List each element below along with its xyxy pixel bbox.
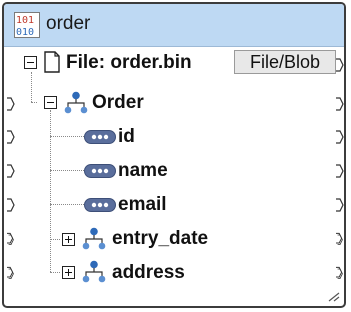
- tree-node-address[interactable]: address: [4, 258, 344, 288]
- element-node-icon: [82, 227, 106, 250]
- resize-grip-icon[interactable]: [326, 292, 340, 302]
- attribute-icon: [84, 164, 116, 178]
- output-connector-icon[interactable]: [336, 198, 344, 212]
- input-connector-icon[interactable]: [7, 97, 15, 111]
- output-connector-icon[interactable]: [336, 58, 344, 72]
- tree-node-order[interactable]: Order: [4, 88, 344, 118]
- tree-node-name[interactable]: name: [4, 156, 344, 186]
- file-blob-button[interactable]: File/Blob: [234, 50, 336, 74]
- collapse-toggle[interactable]: [44, 96, 57, 109]
- input-connector-icon[interactable]: [7, 164, 15, 178]
- component-title-bar[interactable]: 101 010 order: [4, 4, 344, 47]
- collapse-toggle[interactable]: [24, 56, 37, 69]
- output-connector-icon[interactable]: [336, 164, 344, 178]
- output-connector-icon[interactable]: [336, 97, 344, 111]
- component-tree: File: order.bin File/Blob Order id name …: [4, 46, 344, 306]
- tree-node-label: address: [112, 262, 185, 283]
- component-title: order: [46, 13, 91, 34]
- tree-node-id[interactable]: id: [4, 122, 344, 152]
- output-connector-icon[interactable]: [336, 266, 344, 280]
- svg-text:010: 010: [16, 27, 34, 38]
- input-connector-icon[interactable]: [7, 232, 15, 246]
- output-connector-icon[interactable]: [336, 130, 344, 144]
- input-connector-icon[interactable]: [7, 198, 15, 212]
- attribute-icon: [84, 198, 116, 212]
- expand-toggle[interactable]: [62, 266, 75, 279]
- tree-node-label: Order: [92, 92, 144, 113]
- output-connector-icon[interactable]: [336, 232, 344, 246]
- expand-toggle[interactable]: [62, 233, 75, 246]
- tree-node-email[interactable]: email: [4, 190, 344, 220]
- file-row: File: order.bin File/Blob: [4, 48, 344, 78]
- tree-node-entry-date[interactable]: entry_date: [4, 224, 344, 254]
- element-node-icon: [64, 91, 88, 114]
- tree-node-label: email: [118, 194, 167, 215]
- tree-node-label: name: [118, 160, 168, 181]
- binary-file-icon: 101 010: [14, 12, 40, 38]
- input-connector-icon[interactable]: [7, 130, 15, 144]
- svg-text:101: 101: [16, 15, 34, 26]
- input-connector-icon[interactable]: [7, 266, 15, 280]
- file-label: File: order.bin: [66, 52, 192, 73]
- tree-node-label: entry_date: [112, 228, 209, 249]
- attribute-icon: [84, 130, 116, 144]
- tree-node-label: id: [118, 126, 135, 147]
- mapping-component[interactable]: 101 010 order File: order.bin File/Blob: [2, 2, 346, 308]
- file-icon: [44, 51, 60, 73]
- element-node-icon: [82, 260, 106, 283]
